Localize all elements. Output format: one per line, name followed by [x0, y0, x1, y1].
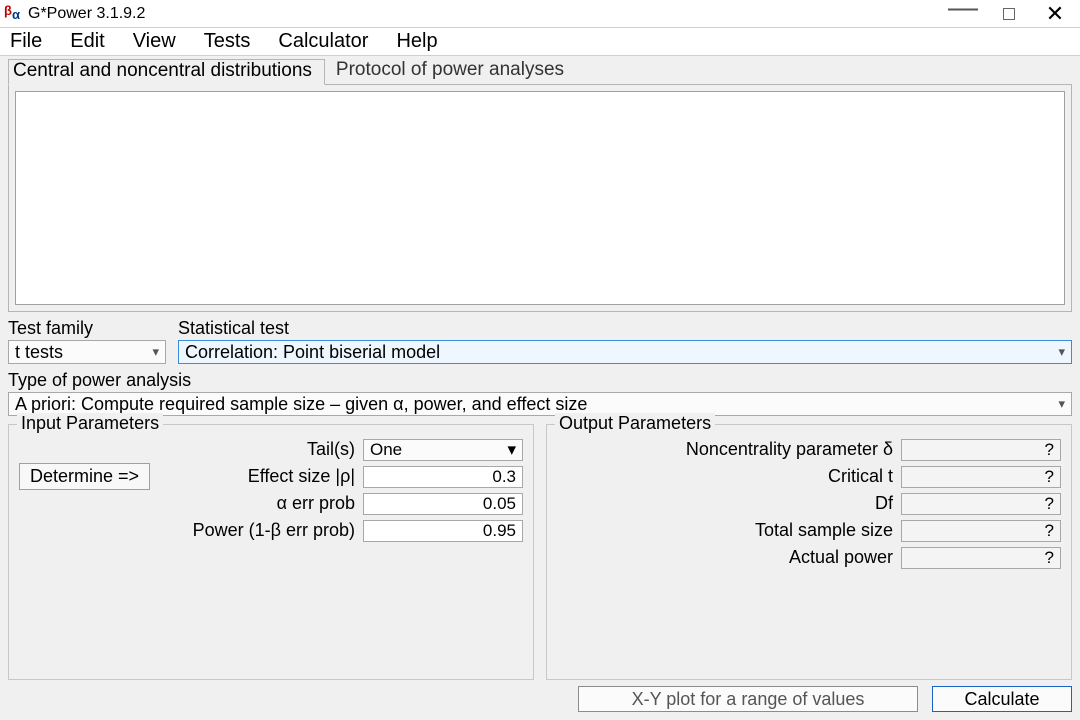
menu-tests[interactable]: Tests [204, 30, 251, 53]
power-input[interactable] [363, 520, 523, 542]
xy-plot-button[interactable]: X-Y plot for a range of values [578, 686, 918, 712]
minimize-button[interactable]: — [940, 0, 986, 28]
statistical-test-select[interactable]: Correlation: Point biserial model ▾ [178, 340, 1072, 364]
window-controls: — ✕ [940, 0, 1078, 28]
client-area: Central and noncentral distributions Pro… [0, 56, 1080, 720]
bottom-bar: X-Y plot for a range of values Calculate [8, 686, 1072, 712]
alpha-label: α err prob [179, 493, 363, 514]
test-family-select[interactable]: t tests ▾ [8, 340, 166, 364]
menu-view[interactable]: View [133, 30, 176, 53]
chevron-down-icon: ▾ [152, 344, 159, 360]
distribution-plot [15, 91, 1065, 305]
plot-tabs: Central and noncentral distributions Pro… [8, 58, 1072, 84]
critical-t-output [901, 466, 1061, 488]
tab-protocol[interactable]: Protocol of power analyses [331, 58, 577, 84]
analysis-type-select[interactable]: A priori: Compute required sample size –… [8, 392, 1072, 416]
maximize-button[interactable] [986, 0, 1032, 28]
statistical-test-label: Statistical test [178, 318, 1072, 339]
title-bar: βα G*Power 3.1.9.2 — ✕ [0, 0, 1080, 28]
sample-size-output [901, 520, 1061, 542]
tails-value: One [370, 440, 402, 460]
effect-size-label: Effect size |ρ| [160, 466, 363, 487]
calculate-button[interactable]: Calculate [932, 686, 1072, 712]
menu-calculator[interactable]: Calculator [278, 30, 368, 53]
test-family-value: t tests [15, 342, 63, 363]
statistical-test-value: Correlation: Point biserial model [185, 342, 440, 363]
actual-power-label: Actual power [557, 547, 901, 568]
input-parameters-panel: Input Parameters Tail(s) One ▾ Determine… [8, 424, 534, 680]
critical-t-label: Critical t [557, 466, 901, 487]
analysis-type-label: Type of power analysis [8, 370, 1072, 391]
determine-button[interactable]: Determine => [19, 463, 150, 490]
test-family-label: Test family [8, 318, 166, 339]
test-selectors: Test family t tests ▾ Statistical test C… [8, 318, 1072, 364]
parameters-row: Input Parameters Tail(s) One ▾ Determine… [8, 424, 1072, 680]
analysis-type-block: Type of power analysis A priori: Compute… [8, 370, 1072, 416]
menu-bar: File Edit View Tests Calculator Help [0, 28, 1080, 56]
alpha-input[interactable] [363, 493, 523, 515]
menu-edit[interactable]: Edit [70, 30, 104, 53]
output-parameters-legend: Output Parameters [555, 413, 715, 434]
chevron-down-icon: ▾ [507, 440, 516, 460]
ncp-output [901, 439, 1061, 461]
actual-power-output [901, 547, 1061, 569]
sample-size-label: Total sample size [557, 520, 901, 541]
effect-size-input[interactable] [363, 466, 523, 488]
analysis-type-value: A priori: Compute required sample size –… [15, 394, 587, 415]
close-button[interactable]: ✕ [1032, 0, 1078, 28]
power-label: Power (1-β err prob) [179, 520, 363, 541]
input-parameters-legend: Input Parameters [17, 413, 163, 434]
chevron-down-icon: ▾ [1058, 396, 1065, 412]
df-output [901, 493, 1061, 515]
window-title: G*Power 3.1.9.2 [28, 5, 145, 23]
plot-frame [8, 84, 1072, 312]
tails-label: Tail(s) [179, 439, 363, 460]
maximize-icon [1003, 8, 1015, 20]
ncp-label: Noncentrality parameter δ [557, 439, 901, 460]
app-icon: βα [4, 5, 22, 23]
menu-file[interactable]: File [10, 30, 42, 53]
tab-central-noncentral[interactable]: Central and noncentral distributions [8, 59, 325, 85]
close-icon: ✕ [1046, 1, 1064, 27]
tails-select[interactable]: One ▾ [363, 439, 523, 461]
output-parameters-panel: Output Parameters Noncentrality paramete… [546, 424, 1072, 680]
df-label: Df [557, 493, 901, 514]
chevron-down-icon: ▾ [1058, 344, 1065, 360]
menu-help[interactable]: Help [396, 30, 437, 53]
